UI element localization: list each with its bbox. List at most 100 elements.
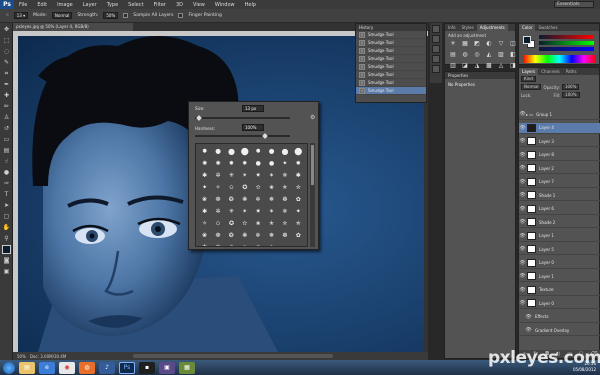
blend-mode-select[interactable]: Normal [521, 84, 542, 90]
layer-row[interactable]: 👁 Layer 1 [519, 271, 600, 282]
eyedropper-tool-icon[interactable]: ✒ [2, 80, 11, 89]
blue-slider[interactable] [539, 47, 594, 51]
layer-row[interactable]: 👁 Layer 2 [519, 163, 600, 174]
brush-preset-tip[interactable]: ✦ [198, 182, 211, 193]
brush-preset-tip[interactable]: ✪ [238, 182, 251, 193]
hand-tool-icon[interactable]: ✋ [2, 223, 11, 232]
red-slider[interactable] [539, 35, 594, 39]
eye-icon[interactable]: 👁 [525, 314, 532, 320]
fill-input[interactable]: 100% [562, 92, 580, 98]
brush-preset-tip[interactable]: ❂ [225, 230, 238, 241]
document-tab[interactable]: pxleyes.jpg @ 50% (Layer 4, RGB/8) [13, 23, 133, 31]
layer-row[interactable]: 👁 Layer 6 [519, 204, 600, 215]
properties-title[interactable]: Properties [445, 72, 515, 79]
brush-preset-tip[interactable]: ✹ [292, 158, 305, 169]
opacity-input[interactable]: 100% [561, 84, 580, 90]
brush-preset-tip[interactable]: ❀ [198, 194, 211, 205]
zoom-level[interactable]: 50% [17, 354, 26, 359]
brush-preset-tip[interactable]: ✺ [198, 158, 211, 169]
media-icon[interactable]: ♪ [99, 361, 115, 374]
history-panel-icon[interactable] [432, 25, 440, 33]
brush-grid-scrollbar[interactable] [310, 143, 315, 247]
layer-row[interactable]: 👁 Gradient Overlay [519, 325, 600, 336]
brush-preset-tip[interactable]: ❄ [252, 194, 265, 205]
green-slider[interactable] [539, 41, 594, 45]
brush-preset-tip[interactable]: ● [252, 146, 265, 157]
brush-preset-tip[interactable]: ✶ [265, 206, 278, 217]
brush-preset-tip[interactable]: ✯ [292, 218, 305, 229]
brush-preset-tip[interactable]: ✭ [278, 182, 291, 193]
pen-tool-icon[interactable]: ✑ [2, 179, 11, 188]
internet-explorer-icon[interactable]: e [39, 361, 55, 374]
app-icon[interactable]: ▣ [159, 361, 175, 374]
brush-preset-tip[interactable]: ✷ [252, 170, 265, 181]
zoom-tool-icon[interactable]: ⚲ [2, 234, 11, 243]
brush-preset-tip[interactable]: ✷ [252, 206, 265, 217]
brush-preset-tip[interactable]: ✲ [211, 242, 224, 246]
character-panel-icon[interactable] [432, 65, 440, 73]
eye-icon[interactable]: 👁 [519, 152, 526, 158]
terminal-icon[interactable]: ▪ [139, 361, 155, 374]
adjustment-icon[interactable]: ◮ [473, 62, 481, 70]
brush-preset-tip[interactable]: ✵ [278, 170, 291, 181]
folder-icon[interactable]: ▸ ▭ [526, 112, 533, 117]
explorer-icon[interactable]: ▦ [179, 361, 195, 374]
adjustment-icon[interactable]: ☀ [449, 40, 457, 48]
history-panel-title[interactable]: History [356, 24, 426, 31]
size-input[interactable]: 13 px [242, 105, 264, 112]
adjustment-icon[interactable]: ▦ [461, 40, 469, 48]
adjustment-icon[interactable]: ▨ [497, 51, 505, 59]
smudge-tool-icon[interactable]: ☝ [6, 13, 9, 18]
layer-row[interactable]: 👁 Texture [519, 285, 600, 296]
adjustment-icon[interactable]: ◍ [461, 51, 469, 59]
path-select-tool-icon[interactable]: ➤ [2, 201, 11, 210]
eye-icon[interactable]: 👁 [519, 125, 526, 131]
eye-icon[interactable]: 👁 [519, 138, 526, 144]
gradient-tool-icon[interactable]: ▤ [2, 146, 11, 155]
stamp-tool-icon[interactable]: ♙ [2, 113, 11, 122]
brush-preset-tip[interactable]: ✵ [278, 206, 291, 217]
brush-preset-tip[interactable]: ❆ [278, 230, 291, 241]
brush-preset-tip[interactable]: ● [265, 146, 278, 157]
crop-tool-icon[interactable]: ⌗ [2, 69, 11, 78]
foreground-color-swatch[interactable] [523, 36, 531, 44]
eye-icon[interactable]: 👁 [519, 273, 526, 279]
brush-preset-tip[interactable]: ✱ [198, 170, 211, 181]
brush-preset-tip[interactable]: ❅ [265, 230, 278, 241]
layer-row[interactable]: 👁 Layer 4 [519, 122, 600, 134]
color-spectrum-ramp[interactable] [523, 55, 596, 63]
brush-preset-tip[interactable]: ✮ [278, 218, 291, 229]
menu-select[interactable]: Select [123, 2, 148, 8]
brush-preset-tip[interactable]: ✬ [252, 218, 265, 229]
adjustment-icon[interactable]: ◧ [509, 51, 517, 59]
eye-icon[interactable]: 👁 [519, 111, 526, 117]
brush-preset-tip[interactable]: ❂ [225, 194, 238, 205]
brush-preset-tip[interactable]: ✱ [292, 170, 305, 181]
brush-preset-tip[interactable]: ✳ [225, 206, 238, 217]
tab-layers[interactable]: Layers [519, 68, 539, 75]
quick-mask-icon[interactable]: ◙ [2, 256, 11, 265]
hardness-slider[interactable] [195, 135, 290, 137]
menu-filter[interactable]: Filter [149, 2, 171, 8]
brush-preset-tip[interactable]: ✩ [211, 218, 224, 229]
adjustment-icon[interactable]: ◐ [485, 40, 493, 48]
adjustment-icon[interactable]: ▥ [449, 62, 457, 70]
eye-icon[interactable]: 👁 [519, 300, 526, 306]
menu-layer[interactable]: Layer [78, 2, 102, 8]
menu-file[interactable]: File [14, 2, 32, 8]
foreground-color-swatch[interactable] [2, 245, 11, 254]
brush-preset-tip[interactable]: ❅ [265, 194, 278, 205]
layer-kind-filter[interactable]: Kind [521, 76, 536, 82]
folder-icon[interactable]: ▤ [19, 361, 35, 374]
screen-mode-icon[interactable]: ▣ [2, 267, 11, 276]
firefox-icon[interactable]: ◍ [79, 361, 95, 374]
menu-image[interactable]: Image [52, 2, 78, 8]
brush-grid-scroll-thumb[interactable] [311, 145, 314, 185]
marquee-tool-icon[interactable]: ⬚ [2, 36, 11, 45]
brush-preset-tip[interactable]: ● [225, 146, 238, 157]
adjustment-icon[interactable]: ▩ [485, 62, 493, 70]
strength-input[interactable]: 50% [103, 12, 119, 19]
layer-row[interactable]: 👁 ▸ ▭ Group 1 [519, 109, 600, 120]
brush-preset-tip[interactable]: ✲ [211, 170, 224, 181]
sample-all-checkbox[interactable] [123, 13, 129, 18]
